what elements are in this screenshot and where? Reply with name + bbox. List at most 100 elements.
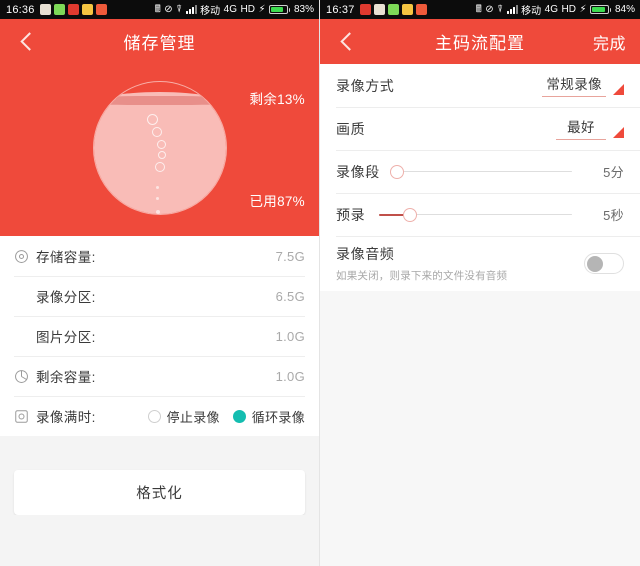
app-icon-1 — [359, 4, 371, 15]
row-label: 剩余容量: — [36, 370, 96, 385]
slider-knob[interactable] — [403, 207, 418, 222]
record-square-icon — [14, 409, 36, 424]
row-label: 存储容量: — [36, 250, 96, 265]
recording-mode-spinner[interactable]: 常规录像 — [542, 73, 624, 99]
status-network: 4G — [544, 4, 558, 15]
back-chevron-icon — [339, 32, 359, 51]
bubble-8 — [155, 210, 160, 214]
row-remaining-capacity[interactable]: 剩余容量: 1.0G — [0, 356, 319, 396]
charging-icon: ⚡ — [579, 3, 587, 15]
row-value: 1.0G — [275, 328, 305, 344]
list-bottom-gap — [0, 436, 319, 460]
storage-info-list: 存储容量: 7.5G 录像分区: 6.5G 图片分区: 1.0G 剩余容量: 1… — [0, 236, 319, 436]
radio-stop-recording[interactable]: 停止录像 — [147, 407, 220, 426]
prerecord-slider[interactable] — [379, 206, 572, 224]
battery-icon — [268, 5, 291, 14]
radio-label: 循环录像 — [251, 409, 305, 425]
signal-icon — [506, 5, 518, 14]
disc-icon — [14, 249, 36, 264]
dropdown-triangle-icon — [613, 83, 624, 95]
status-hd: HD — [561, 4, 576, 15]
app-icon-4 — [81, 4, 93, 15]
status-network: 4G — [223, 4, 237, 15]
setting-label: 录像音频 — [336, 246, 395, 262]
row-recording-mode[interactable]: 录像方式 常规录像 — [320, 64, 640, 107]
recording-audio-toggle[interactable] — [584, 253, 624, 274]
bubble-6 — [155, 186, 159, 189]
right-content: 录像方式 常规录像 画质 最好 录像段 5分 预录 5秒 录像音频 如果关闭，则… — [320, 64, 640, 566]
radio-label: 停止录像 — [166, 409, 220, 425]
slider-value: 5分 — [603, 165, 624, 180]
battery-icon — [589, 5, 612, 14]
left-phone-screen: 16:36 🖩 ⊘ ⍒ 移动 4G HD ⚡ 83% 储存管理 剩余13% 已用… — [0, 0, 319, 566]
toggle-knob — [586, 255, 603, 272]
setting-label: 画质 — [336, 120, 366, 137]
app-icon-2 — [53, 4, 65, 15]
status-battery-text: 83% — [293, 4, 314, 15]
row-label: 录像分区: — [36, 290, 96, 305]
page-title: 储存管理 — [123, 34, 196, 53]
recording-audio-texts: 录像音频 如果关闭，则录下来的文件没有音频 — [336, 244, 507, 283]
row-value: 7.5G — [275, 248, 305, 264]
row-recording-segment: 录像段 5分 — [320, 150, 640, 193]
signal-icon — [185, 5, 197, 14]
spinner-value: 常规录像 — [542, 73, 606, 97]
app-icon-3 — [67, 4, 79, 15]
row-recording-audio: 录像音频 如果关闭，则录下来的文件没有音频 — [320, 236, 640, 291]
setting-description: 如果关闭，则录下来的文件没有音频 — [336, 270, 508, 282]
used-percent-label: 已用87% — [249, 194, 305, 209]
app-icon-2 — [373, 4, 385, 15]
radio-loop-recording[interactable]: 循环录像 — [232, 407, 305, 426]
app-icon-5 — [95, 4, 107, 15]
row-value: 1.0G — [275, 368, 305, 384]
bluetooth-icon: 🖩 — [475, 3, 482, 15]
setting-label: 录像段 — [336, 163, 380, 180]
slider-track — [393, 170, 572, 173]
bluetooth-icon: 🖩 — [154, 3, 161, 15]
row-label: 图片分区: — [36, 330, 96, 345]
right-phone-screen: 16:37 🖩 ⊘ ⍒ 移动 4G HD ⚡ 84% 主码流配置 完成 录像方式… — [319, 0, 640, 566]
image-quality-spinner[interactable]: 最好 — [556, 116, 624, 142]
gauge-wave-crest — [93, 96, 226, 106]
app-icon-1 — [39, 4, 51, 15]
radio-dot — [147, 409, 161, 423]
format-button[interactable]: 格式化 — [14, 470, 305, 515]
storage-gauge-area: 剩余13% 已用87% — [0, 64, 319, 236]
recording-segment-slider[interactable] — [390, 163, 572, 181]
status-time: 16:36 — [6, 3, 35, 16]
status-hd: HD — [240, 4, 255, 15]
back-button[interactable] — [12, 19, 46, 64]
app-icon-3 — [387, 4, 399, 15]
app-icon-4 — [401, 4, 413, 15]
setting-label: 录像方式 — [336, 77, 395, 94]
back-button[interactable] — [332, 19, 366, 64]
status-app-icons — [359, 4, 427, 15]
done-button[interactable]: 完成 — [593, 19, 626, 64]
row-value: 6.5G — [275, 288, 305, 304]
bubble-7 — [155, 197, 159, 200]
bottom-filler — [0, 515, 319, 566]
row-picture-partition[interactable]: 图片分区: 1.0G — [0, 316, 319, 356]
slider-knob[interactable] — [390, 164, 405, 179]
row-prerecord: 预录 5秒 — [320, 193, 640, 236]
bubble-2 — [151, 127, 162, 137]
pie-chart-icon — [14, 369, 36, 384]
row-storage-capacity[interactable]: 存储容量: 7.5G — [0, 236, 319, 276]
charging-icon: ⚡ — [258, 3, 266, 15]
row-when-full: 录像满时: 停止录像 循环录像 — [0, 396, 319, 436]
wifi-icon: ⍒ — [497, 3, 504, 15]
bubble-3 — [156, 140, 166, 149]
page-title: 主码流配置 — [435, 34, 525, 53]
status-right-cluster: 🖩 ⊘ ⍒ 移动 4G HD ⚡ 84% — [476, 2, 635, 17]
nav-bar: 主码流配置 完成 — [320, 19, 640, 64]
row-label: 录像满时: — [36, 410, 96, 425]
status-bar: 16:37 🖩 ⊘ ⍒ 移动 4G HD ⚡ 84% — [320, 0, 640, 19]
dual-screenshot: 16:36 🖩 ⊘ ⍒ 移动 4G HD ⚡ 83% 储存管理 剩余13% 已用… — [0, 0, 640, 566]
wifi-icon: ⍒ — [176, 3, 183, 15]
slider-value: 5秒 — [603, 208, 624, 223]
nav-bar: 储存管理 — [0, 19, 319, 64]
status-time: 16:37 — [326, 3, 355, 16]
mute-icon: ⊘ — [164, 3, 173, 15]
row-video-partition[interactable]: 录像分区: 6.5G — [0, 276, 319, 316]
row-image-quality[interactable]: 画质 最好 — [320, 107, 640, 150]
